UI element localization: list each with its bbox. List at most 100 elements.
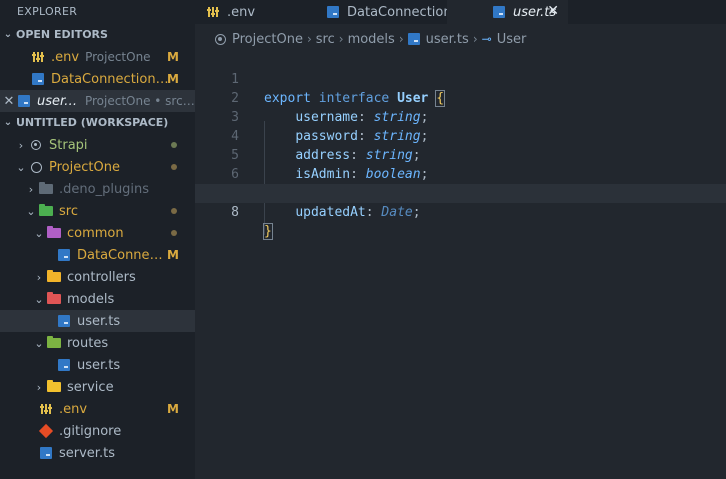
env-file-icon [38, 402, 54, 416]
chevron-down-icon: ⌄ [3, 117, 13, 128]
tree-item-src[interactable]: ⌄ src [0, 200, 195, 222]
chevron-right-icon: › [36, 270, 42, 284]
breadcrumb: ProjectOne › src › models › user.ts › ⊸ … [195, 24, 726, 54]
tab-env[interactable]: .env [195, 0, 291, 24]
tab-dataconnection[interactable]: DataConnection.ts [291, 0, 468, 24]
code-line: 4 address: string; [195, 108, 726, 163]
chevron-right-icon: › [28, 182, 34, 196]
tree-item-label: ProjectOne [49, 159, 120, 175]
typescript-file-icon [16, 94, 32, 108]
code-line: 1 export interface User { [195, 51, 726, 107]
tree-item-label: user.ts [77, 357, 121, 373]
tree-item-gitignore[interactable]: .gitignore [0, 420, 195, 442]
tree-item-label: .gitignore [59, 423, 122, 439]
breadcrumb-item[interactable]: src [316, 32, 335, 47]
chevron-down-icon: ⌄ [26, 204, 36, 218]
chevron-right-icon: › [36, 380, 42, 394]
service-folder-icon [46, 380, 62, 394]
tab-label: .env [227, 4, 256, 20]
typescript-file-icon [38, 446, 54, 460]
env-file-icon [30, 50, 46, 64]
chevron-right-icon: › [18, 138, 24, 152]
tree-item-common[interactable]: ⌄ common [0, 222, 195, 244]
modified-badge: M [167, 248, 179, 262]
open-editor-desc: ProjectOne [85, 50, 151, 64]
code-editor[interactable]: 1 export interface User { 2 username: st… [195, 51, 726, 240]
typescript-file-icon [56, 248, 72, 262]
tree-item-dataconnection[interactable]: DataConnect... M [0, 244, 195, 266]
status-dot [171, 142, 177, 148]
tree-item-label: DataConnect... [77, 247, 163, 263]
chevron-right-icon: › [398, 32, 404, 46]
explorer-title: EXPLORER [17, 5, 78, 18]
open-editor-dataconnection[interactable]: DataConnection.t... M [0, 68, 195, 90]
typescript-file-icon [493, 6, 505, 18]
field-type: Date [381, 205, 413, 220]
tree-item-routes[interactable]: ⌄ routes [0, 332, 195, 354]
code-line-current: 8 } [195, 184, 726, 240]
tree-item-projectone[interactable]: ⌄ ProjectOne [0, 156, 195, 178]
breadcrumb-item[interactable]: User [497, 32, 527, 47]
tree-item-label: controllers [67, 269, 136, 285]
tree-item-deno-plugins[interactable]: › .deno_plugins [0, 178, 195, 200]
open-editors-header[interactable]: ⌄ OPEN EDITORS [0, 24, 195, 46]
tree-item-strapi[interactable]: › Strapi [0, 134, 195, 156]
tree-item-env[interactable]: .env M [0, 398, 195, 420]
workspace-label: UNTITLED (WORKSPACE) [16, 116, 169, 129]
routes-folder-icon [46, 336, 62, 350]
open-editor-label: .env [51, 49, 80, 65]
code-line: 6 createdAt: Date; [195, 146, 726, 201]
explorer-sidebar: EXPLORER ⌄ OPEN EDITORS .env ProjectOne … [0, 0, 195, 479]
open-editor-user-ts[interactable]: ✕ user.ts ProjectOne • src\... [0, 90, 195, 112]
breadcrumb-item[interactable]: models [348, 32, 395, 47]
close-brace: } [263, 223, 273, 240]
vscode-window: EXPLORER ⌄ OPEN EDITORS .env ProjectOne … [0, 0, 726, 479]
chevron-right-icon: › [472, 32, 478, 46]
project-folder-icon [28, 160, 44, 174]
typescript-file-icon [56, 358, 72, 372]
tree-item-service[interactable]: › service [0, 376, 195, 398]
folder-icon [38, 182, 54, 196]
open-editors-label: OPEN EDITORS [16, 28, 108, 41]
field-name: updatedAt [295, 205, 366, 220]
tree-item-models[interactable]: ⌄ models [0, 288, 195, 310]
open-editor-label: user.ts [37, 93, 79, 109]
open-editor-env[interactable]: .env ProjectOne M [0, 46, 195, 68]
status-dot [171, 164, 177, 170]
chevron-down-icon: ⌄ [16, 160, 26, 174]
strapi-icon [28, 138, 44, 152]
git-icon [38, 423, 54, 439]
tree-item-server-ts[interactable]: server.ts [0, 442, 195, 464]
code-line: 2 username: string; [195, 70, 726, 125]
code-line: 7 updatedAt: Date; [195, 165, 726, 220]
chevron-right-icon: › [338, 32, 344, 46]
chevron-down-icon: ⌄ [3, 29, 13, 40]
tree-item-label: user.ts [77, 313, 121, 329]
tree-item-models-user-ts[interactable]: user.ts [0, 310, 195, 332]
chevron-down-icon: ⌄ [34, 336, 44, 350]
tree-item-label: .deno_plugins [59, 181, 150, 197]
tree-item-controllers[interactable]: › controllers [0, 266, 195, 288]
chevron-down-icon: ⌄ [34, 292, 44, 306]
modified-badge: M [167, 402, 179, 416]
chevron-right-icon: › [306, 32, 312, 46]
workspace-header[interactable]: ⌄ UNTITLED (WORKSPACE) [0, 112, 195, 134]
typescript-file-icon [407, 33, 420, 45]
common-folder-icon [46, 226, 62, 240]
breadcrumb-item[interactable]: ProjectOne [232, 32, 303, 47]
modified-badge: M [167, 72, 179, 86]
interface-symbol-icon: ⊸ [481, 32, 492, 46]
tree-item-label: src [59, 203, 78, 219]
breadcrumb-item[interactable]: user.ts [426, 32, 469, 47]
tab-user-ts[interactable]: user.ts ✕ [447, 0, 568, 24]
tree-item-label: Strapi [49, 137, 88, 153]
models-folder-icon [46, 292, 62, 306]
editor-area: .env DataConnection.ts user.ts ✕ Project… [195, 0, 726, 479]
src-folder-icon [38, 204, 54, 218]
tree-item-routes-user-ts[interactable]: user.ts [0, 354, 195, 376]
code-line: 5 isAdmin: boolean; [195, 127, 726, 182]
close-icon[interactable]: ✕ [547, 3, 559, 19]
tree-item-label: routes [67, 335, 109, 351]
tree-item-label: server.ts [59, 445, 115, 461]
close-icon[interactable]: ✕ [2, 94, 16, 109]
